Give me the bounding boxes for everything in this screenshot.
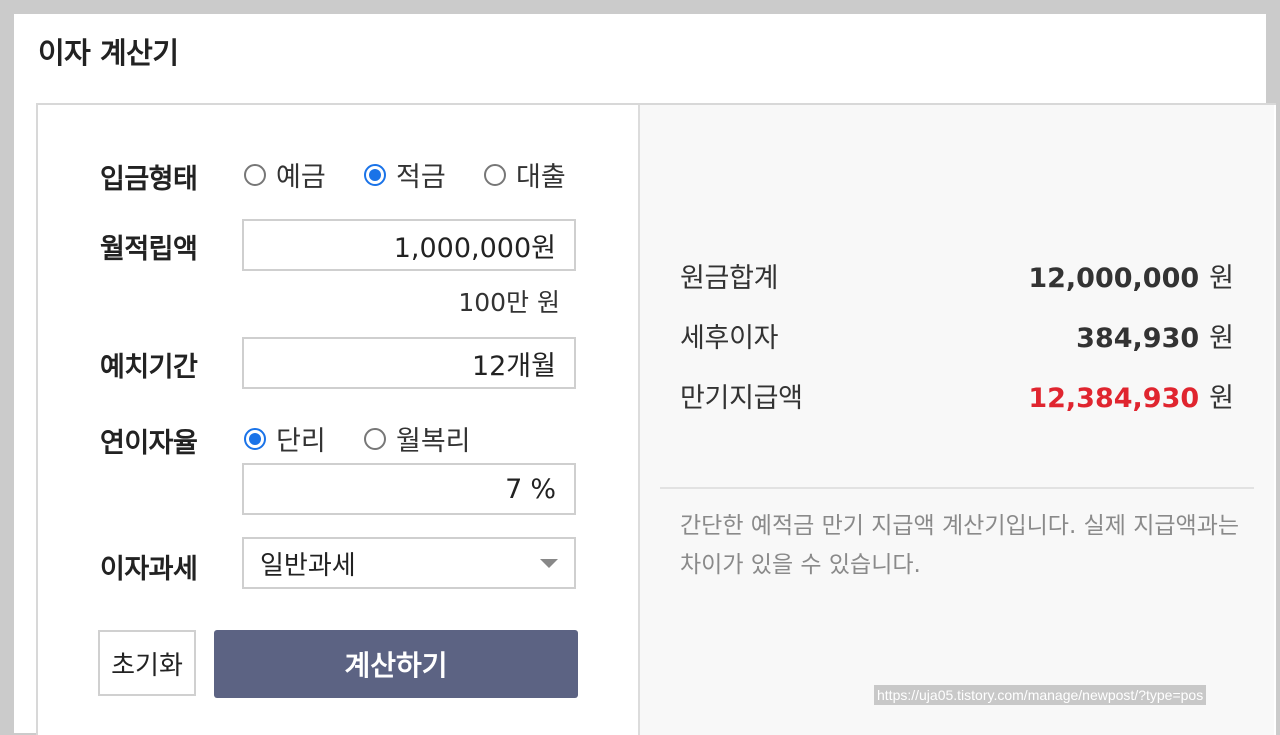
maturity-amount-value: 12,384,930	[1028, 382, 1200, 414]
monthly-amount-input[interactable]: 1,000,000원	[242, 219, 576, 271]
radio-deposit-label: 예금	[276, 162, 326, 193]
result-row-maturity-amount: 만기지급액 12,384,930 원	[680, 375, 1234, 415]
radio-deposit-indicator	[244, 163, 266, 186]
radio-simple-interest[interactable]: 단리	[244, 419, 326, 458]
reset-button[interactable]: 초기화	[98, 630, 196, 696]
maturity-amount-value-wrap: 12,384,930 원	[1028, 376, 1234, 415]
percent-unit: %	[530, 473, 556, 505]
radio-loan-indicator	[484, 163, 506, 186]
interest-calculator: 입금형태 예금 적금 대출 월적립액 1,000,000원 100만 원 예치기…	[36, 103, 1276, 735]
period-label: 예치기간	[100, 352, 198, 383]
monthly-amount-hint: 100만 원	[458, 288, 560, 317]
principal-label: 원금합계	[680, 262, 779, 294]
url-watermark: https://uja05.tistory.com/manage/newpost…	[874, 685, 1207, 705]
radio-savings-label: 적금	[396, 162, 446, 193]
principal-unit: 원	[1209, 262, 1234, 294]
calculate-button[interactable]: 계산하기	[214, 630, 578, 698]
interest-rate-label: 연이자율	[100, 428, 198, 459]
monthly-amount-label: 월적립액	[100, 234, 198, 265]
after-tax-interest-value-wrap: 384,930 원	[1076, 316, 1234, 355]
taxation-select[interactable]: 일반과세	[242, 537, 576, 589]
radio-simple-indicator	[244, 427, 266, 450]
maturity-amount-unit: 원	[1209, 382, 1234, 414]
period-input[interactable]: 12개월	[242, 337, 576, 389]
chevron-down-icon	[540, 558, 558, 568]
result-panel: 원금합계 12,000,000 원 세후이자 384,930 원 만기지급액 12,…	[640, 105, 1274, 735]
page-title: 이자 계산기	[38, 36, 179, 70]
radio-monthly-compound[interactable]: 월복리	[364, 419, 471, 458]
taxation-selected: 일반과세	[260, 550, 356, 581]
maturity-amount-label: 만기지급액	[680, 382, 803, 414]
after-tax-interest-unit: 원	[1209, 322, 1234, 354]
result-divider	[660, 487, 1254, 489]
interest-rate-input[interactable]: 7 %	[242, 463, 576, 515]
input-panel: 입금형태 예금 적금 대출 월적립액 1,000,000원 100만 원 예치기…	[38, 105, 640, 735]
principal-value: 12,000,000	[1028, 262, 1200, 294]
result-row-after-tax-interest: 세후이자 384,930 원	[680, 315, 1234, 355]
radio-simple-label: 단리	[276, 426, 326, 457]
deposit-type-label: 입금형태	[100, 164, 198, 195]
radio-loan-label: 대출	[516, 162, 566, 193]
result-row-principal: 원금합계 12,000,000 원	[680, 255, 1234, 295]
taxation-label: 이자과세	[100, 554, 198, 585]
after-tax-interest-label: 세후이자	[680, 322, 779, 354]
radio-loan[interactable]: 대출	[484, 155, 566, 194]
radio-savings[interactable]: 적금	[364, 155, 446, 194]
radio-deposit[interactable]: 예금	[244, 155, 326, 194]
radio-savings-indicator	[364, 163, 386, 186]
page: 이자 계산기 입금형태 예금 적금 대출 월적립액 1,000,000원 100…	[14, 14, 1276, 735]
principal-value-wrap: 12,000,000 원	[1028, 256, 1234, 295]
disclaimer-note: 간단한 예적금 만기 지급액 계산기입니다. 실제 지급액과는 차이가 있을 수…	[680, 513, 1240, 578]
interest-rate-value: 7	[505, 473, 523, 505]
after-tax-interest-value: 384,930	[1076, 322, 1200, 354]
radio-compound-label: 월복리	[396, 426, 471, 457]
radio-compound-indicator	[364, 427, 386, 450]
